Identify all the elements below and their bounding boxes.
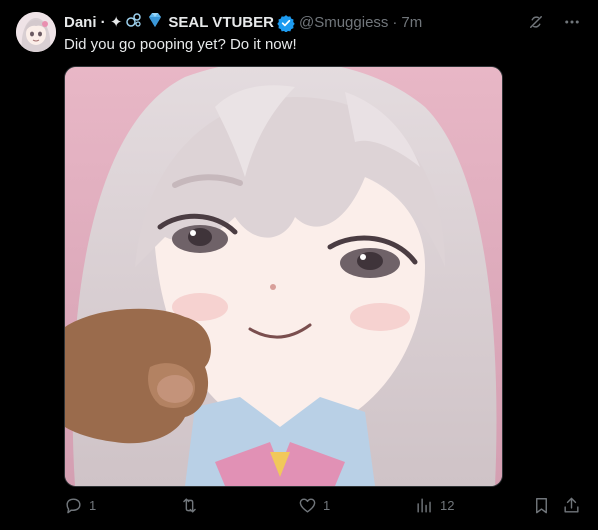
- bookmark-button[interactable]: [532, 496, 551, 515]
- tweet[interactable]: Dani · ✦ SEAL VTUBER @Smuggiess · 7m Did…: [0, 0, 598, 530]
- timestamp[interactable]: 7m: [401, 13, 422, 33]
- reply-icon: [66, 498, 81, 514]
- tweet-header: Dani · ✦ SEAL VTUBER @Smuggiess · 7m: [64, 12, 582, 34]
- retweet-button[interactable]: [180, 496, 205, 515]
- tweet-media[interactable]: [64, 66, 503, 487]
- like-button[interactable]: 1: [298, 496, 330, 515]
- views-button[interactable]: 12: [415, 496, 454, 515]
- reply-count: 1: [89, 498, 97, 513]
- header-actions: [526, 12, 582, 32]
- grok-icon[interactable]: [526, 12, 546, 32]
- avatar[interactable]: [16, 12, 56, 52]
- bubbles-emoji-icon: [125, 11, 143, 35]
- anime-girl-avatar-icon: [16, 12, 56, 52]
- gem-emoji-icon: [146, 11, 164, 35]
- more-options-icon[interactable]: [562, 12, 582, 32]
- retweet-icon: [183, 498, 196, 513]
- verified-badge-icon: [277, 14, 295, 33]
- views-count: 12: [440, 498, 455, 513]
- anime-girl-pointing-image: [65, 67, 502, 486]
- tweet-text: Did you go pooping yet? Do it now!: [64, 36, 297, 53]
- separator-dot: ·: [392, 14, 398, 31]
- heart-icon: [299, 498, 316, 513]
- author-handle[interactable]: @Smuggiess: [299, 13, 388, 33]
- share-icon: [564, 497, 579, 513]
- reply-button[interactable]: 1: [64, 496, 96, 515]
- share-button[interactable]: [562, 496, 581, 515]
- display-name-suffix[interactable]: SEAL VTUBER: [168, 13, 274, 33]
- bookmark-icon: [536, 498, 547, 514]
- like-count: 1: [323, 498, 331, 513]
- tweet-actions: 1 1 12: [64, 496, 584, 520]
- views-icon: [417, 498, 431, 513]
- display-name[interactable]: Dani · ✦: [64, 13, 122, 33]
